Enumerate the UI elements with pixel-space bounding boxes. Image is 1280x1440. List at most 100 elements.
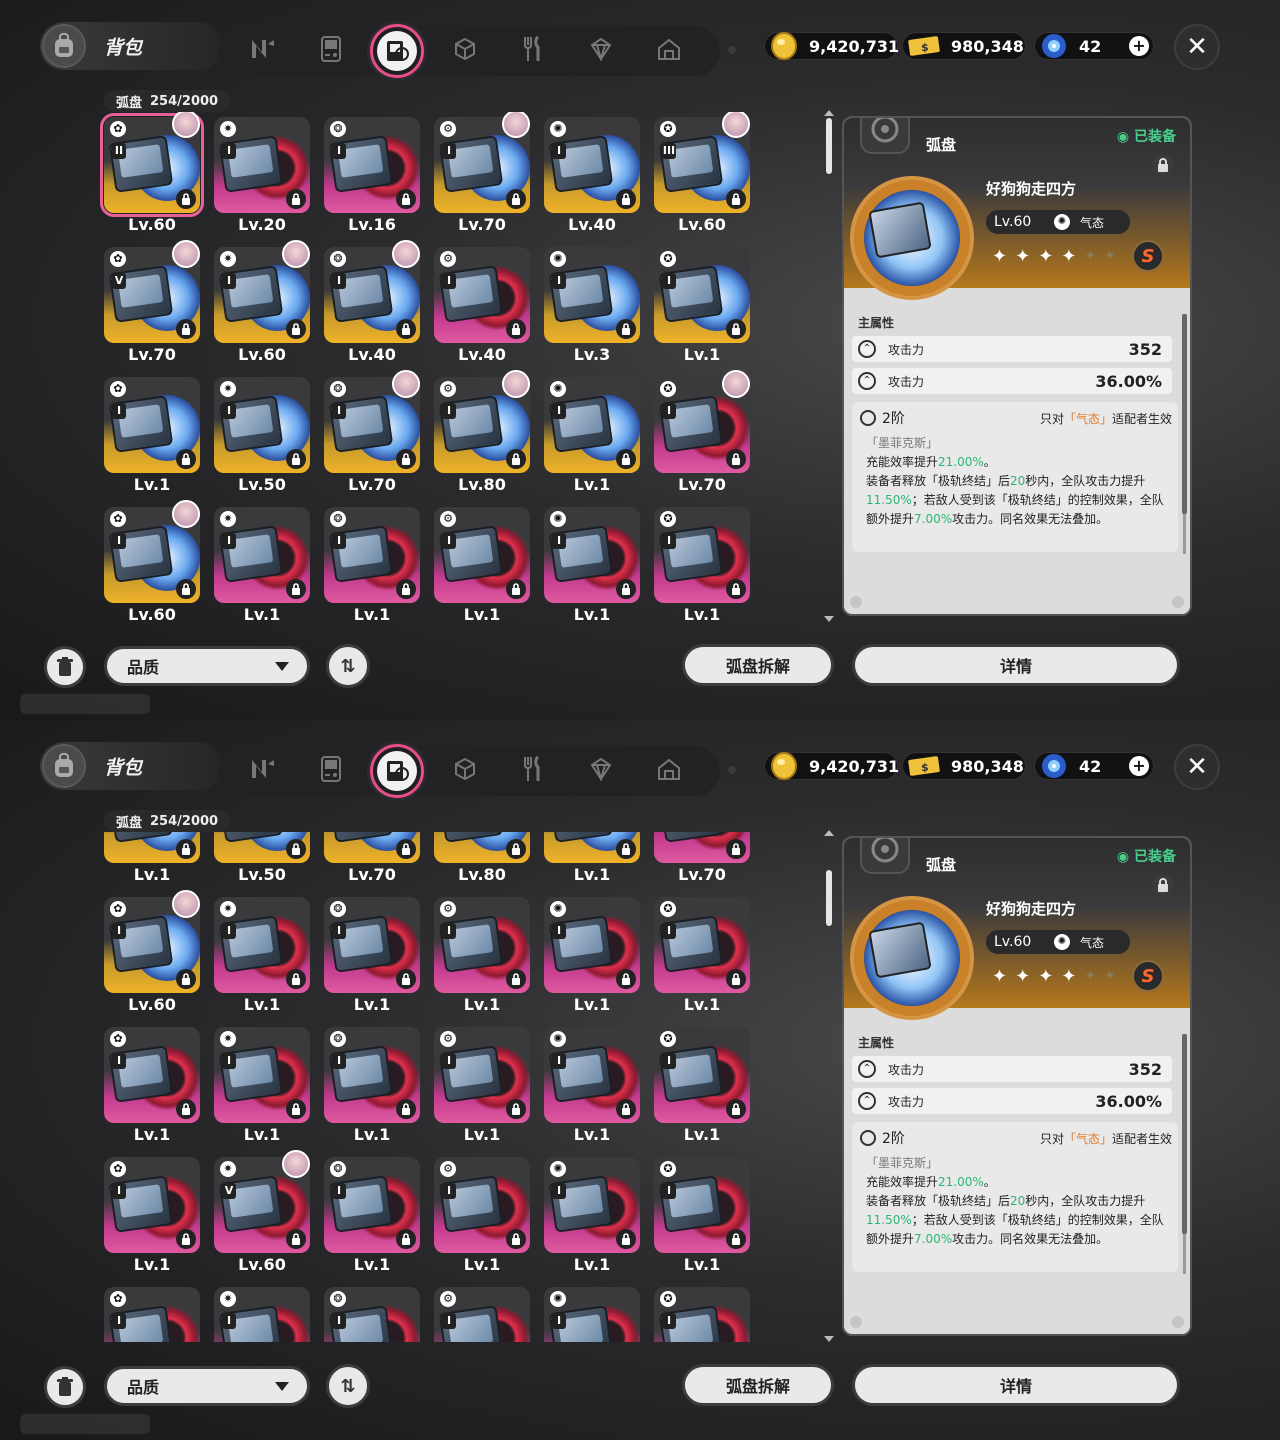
disc-item[interactable]: ✪ Lv.70 [646,832,750,884]
sort-order-button[interactable]: ⇅ [326,644,370,688]
grid-scrollbar[interactable] [826,870,832,926]
tab-fork-knife[interactable] [516,754,550,788]
disc-item[interactable]: ⚙ I Lv.70 [426,112,530,234]
disc-item[interactable]: ✿ I Lv.60 [96,890,200,1014]
disc-item[interactable]: ⚙ I Lv.1 [426,892,530,1014]
disc-item[interactable]: ✷ I Lv.1 [206,892,310,1014]
disc-item[interactable]: ❂ I Lv.1 [316,502,420,622]
disc-item[interactable]: ⚙ I Lv.40 [426,242,530,364]
dismantle-button[interactable]: 弧盘拆解 [682,644,834,686]
quality-dropdown[interactable]: 品质 [104,1366,310,1406]
disc-item[interactable]: ✷ I Lv.20 [206,112,310,234]
tab-home[interactable] [652,754,686,788]
disc-item[interactable]: ❂ I Lv.70 [316,370,420,494]
disc-item[interactable]: ❂ I [316,1282,420,1342]
disc-item[interactable]: ✪ I Lv.1 [646,242,750,364]
disc-item[interactable]: ❂ Lv.70 [316,832,420,884]
disc-item[interactable]: ❂ I Lv.40 [316,240,420,364]
inventory-screen-2: 背包 9,420,731$980,34842+ ✕ 弧盘 254/2000 ✿L… [0,720,1280,1440]
scroll-up-icon[interactable] [824,110,834,116]
disc-item[interactable]: ✿ I Lv.1 [96,1022,200,1144]
disc-item[interactable]: ✿ I [96,1282,200,1342]
scroll-down-icon[interactable] [824,1336,834,1342]
disc-item[interactable]: ⚙ I Lv.1 [426,1152,530,1274]
disc-item[interactable]: ✺ I Lv.1 [536,502,640,622]
details-button[interactable]: 详情 [852,644,1180,686]
disc-item[interactable]: ✿ V Lv.70 [96,240,200,364]
disc-level: Lv.60 [238,345,286,364]
disc-item[interactable]: ✪ I Lv.1 [646,1022,750,1144]
close-button[interactable]: ✕ [1174,744,1220,790]
disc-item[interactable]: ✪ I [646,1282,750,1342]
disc-level: Lv.70 [348,865,396,884]
disc-item[interactable]: ✺ I Lv.1 [536,1152,640,1274]
disc-item[interactable]: ✪ I Lv.1 [646,892,750,1014]
tab-drive-disc[interactable] [370,744,424,798]
dismantle-button[interactable]: 弧盘拆解 [682,1364,834,1406]
disc-item[interactable]: ✺ I Lv.3 [536,242,640,364]
disc-item[interactable]: ✿ I Lv.1 [96,372,200,494]
disc-item[interactable]: ✺ I Lv.1 [536,892,640,1014]
disc-item[interactable]: ✷ I Lv.60 [206,240,310,364]
disc-item[interactable]: ✷ I [206,1282,310,1342]
disc-item[interactable]: ✪ I Lv.1 [646,1152,750,1274]
disc-card: ✺ I [544,507,640,603]
disc-item[interactable]: ✿ II Lv.60 [96,112,204,234]
disc-item[interactable]: ✺ Lv.1 [536,832,640,884]
disc-item[interactable]: ⚙ I Lv.1 [426,502,530,622]
trash-button[interactable] [44,646,86,688]
disc-item[interactable]: ✷ I Lv.50 [206,372,310,494]
grid-scrollbar[interactable] [826,118,832,174]
tab-fork-knife[interactable] [516,34,550,68]
tab-n-logo[interactable] [246,34,280,68]
disc-item[interactable]: ✿ I Lv.60 [96,500,200,622]
tab-diamond-box[interactable] [584,754,618,788]
disc-item[interactable]: ⚙ I Lv.1 [426,1022,530,1144]
scroll-down-icon[interactable] [824,616,834,622]
disc-item[interactable]: ✪ I Lv.70 [646,370,750,494]
disc-item[interactable]: ✪ I Lv.1 [646,502,750,622]
tab-handheld-console[interactable] [314,34,348,68]
disc-item[interactable]: ✿ Lv.1 [96,832,200,884]
trash-button[interactable] [44,1366,86,1408]
disc-item[interactable]: ✪ III Lv.60 [646,112,750,234]
disc-item[interactable]: ✷ I Lv.1 [206,1022,310,1144]
disc-item[interactable]: ❂ I Lv.16 [316,112,420,234]
details-button[interactable]: 详情 [852,1364,1180,1406]
tab-home[interactable] [652,34,686,68]
disc-item[interactable]: ✿ I Lv.1 [96,1152,200,1274]
disc-item[interactable]: ✺ I Lv.1 [536,372,640,494]
add-crystal-button[interactable]: + [1129,36,1149,56]
disc-item[interactable]: ✷ V Lv.60 [206,1150,310,1274]
sort-order-button[interactable]: ⇅ [326,1364,370,1408]
tab-cube[interactable] [448,754,482,788]
tab-diamond-box[interactable] [584,34,618,68]
scroll-up-icon[interactable] [824,830,834,836]
disc-item[interactable]: ✷ Lv.50 [206,832,310,884]
tab-n-logo[interactable] [246,754,280,788]
tab-drive-disc[interactable] [370,24,424,78]
tab-handheld-console[interactable] [314,754,348,788]
item-grid-viewport[interactable]: ✿ II Lv.60 ✷ I Lv.20 ❂ I Lv.16 ⚙ I Lv.70 ✺ I Lv.40 ✪ III… [96,112,766,622]
lock-toggle-button[interactable] [1152,874,1174,896]
quality-dropdown[interactable]: 品质 [104,646,310,686]
disc-item[interactable]: ✷ I Lv.1 [206,502,310,622]
lock-toggle-button[interactable] [1152,154,1174,176]
disc-item[interactable]: ✺ I Lv.1 [536,1022,640,1144]
disc-item[interactable]: ❂ I Lv.1 [316,892,420,1014]
disc-item[interactable]: ❂ I Lv.1 [316,1152,420,1274]
lock-icon [286,1229,306,1249]
add-crystal-button[interactable]: + [1129,756,1149,776]
set-tier: 2阶 [860,1128,905,1148]
disc-item[interactable]: ✺ I Lv.40 [536,112,640,234]
close-button[interactable]: ✕ [1174,24,1220,70]
disc-item[interactable]: ⚙ I Lv.80 [426,370,530,494]
detail-scrollbar[interactable] [1182,1034,1187,1274]
disc-item[interactable]: ❂ I Lv.1 [316,1022,420,1144]
disc-item[interactable]: ⚙ Lv.80 [426,832,530,884]
disc-item[interactable]: ✺ I [536,1282,640,1342]
detail-scrollbar[interactable] [1182,314,1187,554]
disc-item[interactable]: ⚙ I [426,1282,530,1342]
item-grid-viewport[interactable]: ✿Lv.1✷Lv.50❂Lv.70⚙Lv.80✺Lv.1✪Lv.70 ✿ILv.6… [96,832,766,1342]
tab-cube[interactable] [448,34,482,68]
